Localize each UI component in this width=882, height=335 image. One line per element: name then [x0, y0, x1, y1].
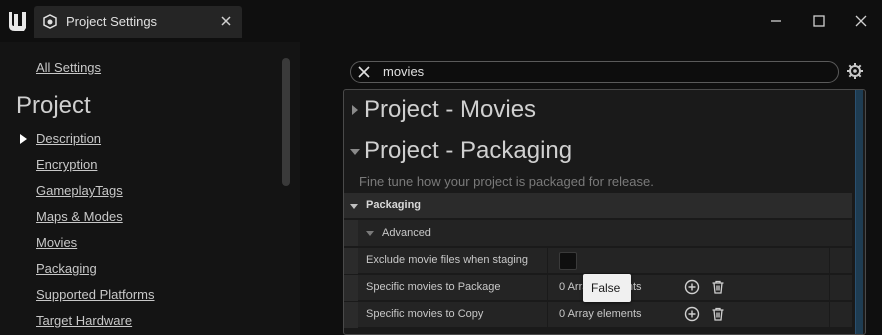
column-divider[interactable]	[547, 302, 548, 328]
column-divider[interactable]	[547, 248, 548, 274]
property-row: Exclude movie files when staging	[344, 247, 852, 274]
panel-scrollbar[interactable]	[855, 90, 863, 334]
column-divider	[829, 248, 830, 274]
sidebar-item-movies[interactable]: Movies	[0, 234, 280, 260]
gear-icon[interactable]	[846, 62, 864, 80]
property-name: Exclude movie files when staging	[366, 254, 529, 266]
subgroup-label: Advanced	[382, 227, 431, 239]
subgroup-advanced[interactable]: Advanced	[344, 220, 852, 246]
section-title: Project	[16, 92, 91, 119]
sidebar-scrollbar[interactable]	[282, 58, 290, 186]
category-title: Project - Packaging	[364, 137, 573, 164]
sidebar-item-supported-platforms[interactable]: Supported Platforms	[0, 286, 280, 312]
settings-sidebar: All Settings Project Description Encrypt…	[0, 42, 300, 335]
title-bar: Project Settings	[0, 0, 882, 42]
sidebar-item-label[interactable]: Description	[36, 131, 101, 146]
sidebar-item-label[interactable]: Supported Platforms	[36, 287, 155, 302]
sidebar-item-label[interactable]: GameplayTags	[36, 183, 123, 198]
exclude-movies-checkbox[interactable]	[559, 252, 577, 270]
property-name: Specific movies to Package	[366, 281, 501, 293]
group-packaging[interactable]: Packaging	[344, 193, 852, 219]
sidebar-item-maps-modes[interactable]: Maps & Modes	[0, 208, 280, 234]
add-element-icon[interactable]	[684, 306, 700, 322]
expanded-arrow-icon	[350, 149, 360, 155]
minimize-icon[interactable]	[765, 10, 787, 32]
indent-bar	[344, 302, 358, 328]
array-count: 0 Array elements	[559, 308, 642, 320]
category-project-movies[interactable]: Project - Movies	[344, 90, 852, 130]
indent-bar	[344, 275, 358, 301]
expanded-arrow-icon	[366, 231, 374, 236]
add-element-icon[interactable]	[684, 279, 700, 295]
all-settings-link[interactable]: All Settings	[36, 60, 101, 75]
category-title: Project - Movies	[364, 96, 537, 123]
search-value: movies	[383, 64, 425, 79]
sidebar-item-target-hardware[interactable]: Target Hardware	[0, 312, 280, 335]
column-divider[interactable]	[547, 275, 548, 301]
property-row: Specific movies to Copy 0 Array elements	[344, 301, 852, 328]
category-description: Fine tune how your project is packaged f…	[359, 174, 654, 189]
sidebar-item-label[interactable]: Maps & Modes	[36, 209, 123, 224]
maximize-icon[interactable]	[808, 10, 830, 32]
expanded-arrow-icon	[350, 204, 358, 209]
sidebar-item-label[interactable]: Movies	[36, 235, 77, 250]
settings-cube-icon	[43, 14, 57, 29]
indent-bar	[344, 248, 358, 274]
tab-project-settings[interactable]: Project Settings	[34, 6, 242, 38]
sidebar-item-packaging[interactable]: Packaging	[0, 260, 280, 286]
column-divider	[829, 275, 830, 301]
sidebar-item-gameplaytags[interactable]: GameplayTags	[0, 182, 280, 208]
column-divider	[829, 302, 830, 328]
close-icon[interactable]	[220, 15, 232, 27]
sidebar-item-label[interactable]: Packaging	[36, 261, 97, 276]
sidebar-item-label[interactable]: Encryption	[36, 157, 97, 172]
group-label: Packaging	[366, 199, 422, 211]
trash-icon[interactable]	[710, 279, 726, 295]
sidebar-item-description[interactable]: Description	[0, 130, 280, 156]
tab-title: Project Settings	[66, 14, 158, 29]
category-project-packaging[interactable]: Project - Packaging	[344, 131, 852, 171]
sidebar-nav: Description Encryption GameplayTags Maps…	[0, 130, 280, 335]
unreal-logo-icon	[9, 12, 26, 31]
indent-bar	[344, 220, 358, 246]
window-close-icon[interactable]	[850, 10, 872, 32]
sidebar-item-encryption[interactable]: Encryption	[0, 156, 280, 182]
search-input[interactable]: movies	[350, 61, 839, 83]
tooltip: False	[583, 274, 631, 302]
collapsed-arrow-icon	[352, 105, 358, 115]
clear-search-icon[interactable]	[357, 65, 371, 79]
trash-icon[interactable]	[710, 306, 726, 322]
tooltip-text: False	[591, 281, 621, 295]
selected-arrow-icon	[20, 134, 27, 144]
property-name: Specific movies to Copy	[366, 308, 484, 320]
sidebar-item-label[interactable]: Target Hardware	[36, 313, 132, 328]
